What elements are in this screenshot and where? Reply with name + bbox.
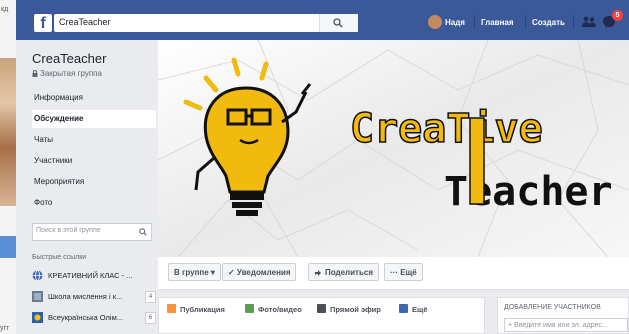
friend-requests-icon[interactable] xyxy=(582,16,596,27)
search-icon xyxy=(139,228,147,236)
live-video-icon xyxy=(317,304,326,313)
nav-divider xyxy=(474,15,475,29)
tab-live-video-label: Прямой эфир xyxy=(330,305,381,314)
photo-icon xyxy=(245,304,254,313)
quick-link-label: Школа мислення і к... xyxy=(48,292,123,301)
notifications-button[interactable]: ✓ Уведомления xyxy=(222,263,297,281)
search-input[interactable]: CreaTeacher xyxy=(59,17,111,27)
user-avatar[interactable] xyxy=(428,15,442,29)
more-icon xyxy=(399,304,408,313)
sidebar-item-members[interactable]: Участники xyxy=(32,152,156,170)
notification-badge[interactable]: 5 xyxy=(612,10,623,21)
sidebar-item-chats[interactable]: Чаты xyxy=(32,131,156,149)
group-thumbnail-icon xyxy=(32,312,43,323)
facebook-logo-icon[interactable]: f xyxy=(34,14,52,32)
left-edge-strip: кд xyxy=(0,0,16,334)
group-cover-photo[interactable]: CreaTive Teacher xyxy=(158,40,629,257)
group-search-placeholder: Поиск в этой группе xyxy=(36,227,101,234)
post-composer: Публикация Фото/видео Прямой эфир Ещё xyxy=(158,297,485,334)
quick-link-count: 6 xyxy=(145,312,156,324)
search-button[interactable] xyxy=(319,14,358,32)
quick-link-label: Всеукраїнська Олім... xyxy=(48,313,123,322)
group-type-label: Закрытая группа xyxy=(40,69,102,78)
edge-photo xyxy=(0,58,16,206)
user-name-link[interactable]: Надя xyxy=(445,18,465,27)
quick-link-item[interactable]: Всеукраїнська Олім... 6 xyxy=(32,312,156,326)
search-icon xyxy=(333,18,343,28)
cover-artwork: CreaTive Teacher xyxy=(158,40,629,257)
edge-text-bottom: угт xyxy=(0,325,10,332)
add-members-input[interactable]: + Введите имя или эл. адрес... xyxy=(504,318,628,332)
quick-link-item[interactable]: Школа мислення і к... 4 xyxy=(32,291,156,305)
nav-divider xyxy=(525,15,526,29)
tab-more-label: Ещё xyxy=(412,305,428,314)
quick-link-item[interactable]: КРЕАТИВНИЙ КЛАС - ... xyxy=(32,270,156,284)
globe-icon xyxy=(32,270,43,281)
create-link[interactable]: Создать xyxy=(532,18,565,27)
tab-publication[interactable]: Публикация xyxy=(167,304,225,314)
tab-more[interactable]: Ещё xyxy=(399,304,428,314)
more-button[interactable]: ··· Ещё xyxy=(384,263,423,281)
group-sidebar: CreaTeacher Закрытая группа Информация О… xyxy=(16,40,158,334)
pencil-icon xyxy=(167,304,176,313)
share-button[interactable]: Поделиться xyxy=(308,263,380,281)
group-search-input[interactable]: Поиск в этой группе xyxy=(32,223,152,241)
nav-divider xyxy=(573,15,574,29)
cover-title-line1: CreaTive xyxy=(350,106,543,152)
share-label: Поделиться xyxy=(325,268,374,277)
sidebar-item-events[interactable]: Мероприятия xyxy=(32,173,156,191)
add-members-title: ДОБАВЛЕНИЕ УЧАСТНИКОВ xyxy=(504,304,601,311)
add-members-panel: ДОБАВЛЕНИЕ УЧАСТНИКОВ + Введите имя или … xyxy=(497,297,629,334)
home-link[interactable]: Главная xyxy=(481,18,514,27)
group-privacy: Закрытая группа xyxy=(32,69,102,78)
tab-publication-label: Публикация xyxy=(180,305,225,314)
sidebar-item-discussion[interactable]: Обсуждение xyxy=(32,110,156,128)
edge-blue-block xyxy=(0,236,16,258)
tab-live-video[interactable]: Прямой эфир xyxy=(317,304,381,314)
quick-link-label: КРЕАТИВНИЙ КЛАС - ... xyxy=(48,271,133,280)
sidebar-item-info[interactable]: Информация xyxy=(32,89,156,107)
edge-text-top: кд xyxy=(1,6,9,13)
lock-icon xyxy=(32,70,38,77)
group-actions-bar: В группе ▾ ✓ Уведомления Поделиться ··· … xyxy=(158,257,629,290)
cover-t-letter xyxy=(469,117,485,205)
tab-photo-video[interactable]: Фото/видео xyxy=(245,304,302,314)
share-icon xyxy=(315,270,321,276)
tab-photo-video-label: Фото/видео xyxy=(258,305,302,314)
search-bar[interactable]: CreaTeacher xyxy=(54,14,358,32)
sidebar-item-photos[interactable]: Фото xyxy=(32,194,156,212)
group-thumbnail-icon xyxy=(32,291,43,302)
top-navbar: f CreaTeacher Надя Главная Создать 5 xyxy=(16,0,629,40)
joined-button[interactable]: В группе ▾ xyxy=(168,263,221,281)
quick-links-title: Быстрые ссылки xyxy=(32,254,87,261)
group-name[interactable]: CreaTeacher xyxy=(32,51,106,66)
quick-link-count: 4 xyxy=(145,291,156,303)
